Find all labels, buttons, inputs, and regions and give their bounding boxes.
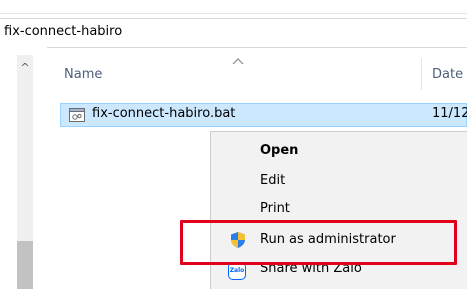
menu-item-print[interactable]: Print [260, 201, 290, 216]
menu-item-edit[interactable]: Edit [260, 173, 285, 188]
batch-file-icon [69, 108, 85, 122]
menu-item-open[interactable]: Open [260, 143, 298, 158]
top-divider [0, 13, 467, 14]
column-header-date[interactable]: Date [432, 67, 463, 82]
address-path: fix-connect-habiro [4, 24, 123, 39]
file-name: fix-connect-habiro.bat [92, 106, 236, 121]
nav-scrollbar-thumb[interactable] [17, 241, 33, 289]
highlight-annotation-box [180, 220, 457, 265]
address-bar[interactable]: fix-connect-habiro [0, 18, 467, 48]
scroll-up-icon[interactable]: ^ [19, 62, 31, 74]
column-divider[interactable] [421, 58, 422, 90]
column-header-name[interactable]: Name [64, 67, 102, 82]
sort-ascending-icon [232, 58, 244, 65]
file-date: 11/12 [432, 106, 467, 121]
